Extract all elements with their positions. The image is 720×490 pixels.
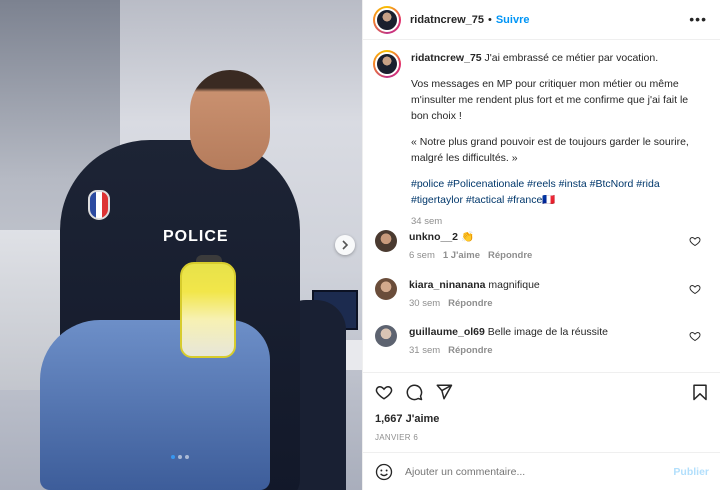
commenter-username[interactable]: kiara_ninanana xyxy=(409,279,485,291)
comment-text: Belle image de la réussite xyxy=(487,326,609,338)
caption-line-1: J'ai embrassé ce métier par vocation. xyxy=(484,52,659,64)
bookmark-icon[interactable] xyxy=(691,383,709,401)
likes-label: J'aime xyxy=(405,413,440,425)
caption-section: ridatncrew_75 J'ai embrassé ce métier pa… xyxy=(373,50,713,230)
carousel-dot xyxy=(178,455,182,459)
comment-item: guillaume_ol69 Belle image de la réussit… xyxy=(375,325,705,356)
officer-head xyxy=(190,70,270,170)
comment-item: unkno__2 👏 6 sem 1 J'aime Répondre xyxy=(375,230,705,261)
shaker-bottle xyxy=(180,262,236,358)
comment-icon[interactable] xyxy=(405,383,423,401)
comment-age: 6 sem xyxy=(409,250,435,261)
likes-number: 1,667 xyxy=(375,413,403,425)
commenter-avatar[interactable] xyxy=(375,278,397,300)
comment-item: kiara_ninanana magnifique 30 sem Répondr… xyxy=(375,278,705,309)
commenter-avatar[interactable] xyxy=(375,230,397,252)
publish-button[interactable]: Publier xyxy=(673,466,709,478)
heart-icon[interactable] xyxy=(689,235,701,247)
comment-likes[interactable]: 1 J'aime xyxy=(443,250,480,261)
caption-line-3: « Notre plus grand pouvoir est de toujou… xyxy=(411,136,689,164)
instagram-post-dialog: POLICE ridatncrew_75 • Suivre ••• ridatn… xyxy=(0,0,720,490)
chevron-right-icon xyxy=(342,240,349,250)
comment-age: 31 sem xyxy=(409,345,441,356)
reply-button[interactable]: Répondre xyxy=(448,345,492,356)
paper-plane-icon[interactable] xyxy=(435,383,453,401)
header-separator: • xyxy=(487,13,492,26)
commenter-username[interactable]: guillaume_ol69 xyxy=(409,326,485,338)
follow-button[interactable]: Suivre xyxy=(496,14,530,26)
post-header: ridatncrew_75 • Suivre ••• xyxy=(363,0,720,40)
shoulder-patch xyxy=(88,190,110,220)
police-vest-text: POLICE xyxy=(163,228,229,245)
reply-button[interactable]: Répondre xyxy=(488,250,532,261)
heart-icon[interactable] xyxy=(375,383,393,401)
commenter-avatar[interactable] xyxy=(375,325,397,347)
carousel-dot xyxy=(185,455,189,459)
post-side-panel: ridatncrew_75 • Suivre ••• ridatncrew_75… xyxy=(362,0,720,490)
smiley-icon[interactable] xyxy=(375,463,393,481)
comment-age: 30 sem xyxy=(409,298,441,309)
heart-icon[interactable] xyxy=(689,283,701,295)
author-username[interactable]: ridatncrew_75 xyxy=(410,14,484,26)
comment-input[interactable] xyxy=(405,465,674,478)
caption-hashtags[interactable]: #police #Policenationale #reels #insta #… xyxy=(411,176,703,208)
caption-avatar[interactable] xyxy=(373,50,401,78)
add-comment-bar: Publier xyxy=(363,452,720,490)
reply-button[interactable]: Répondre xyxy=(448,298,492,309)
more-options-icon[interactable]: ••• xyxy=(689,11,707,27)
post-actions: 1,667 J'aime JANVIER 6 xyxy=(363,372,720,456)
carousel-next-button[interactable] xyxy=(335,235,355,255)
post-photo[interactable]: POLICE xyxy=(0,0,362,490)
post-date: JANVIER 6 xyxy=(375,433,419,442)
carousel-dot xyxy=(171,455,175,459)
likes-count[interactable]: 1,667 J'aime xyxy=(375,413,439,425)
carousel-indicator xyxy=(171,455,189,459)
commenter-username[interactable]: unkno__2 xyxy=(409,231,458,243)
caption-text: ridatncrew_75 J'ai embrassé ce métier pa… xyxy=(411,50,703,230)
comment-text: 👏 xyxy=(460,231,475,243)
heart-icon[interactable] xyxy=(689,330,701,342)
comment-text: magnifique xyxy=(488,279,540,291)
caption-line-2: Vos messages en MP pour critiquer mon mé… xyxy=(411,78,689,122)
caption-age: 34 sem xyxy=(411,216,443,227)
caption-username[interactable]: ridatncrew_75 xyxy=(411,52,482,64)
author-avatar[interactable] xyxy=(373,5,401,34)
